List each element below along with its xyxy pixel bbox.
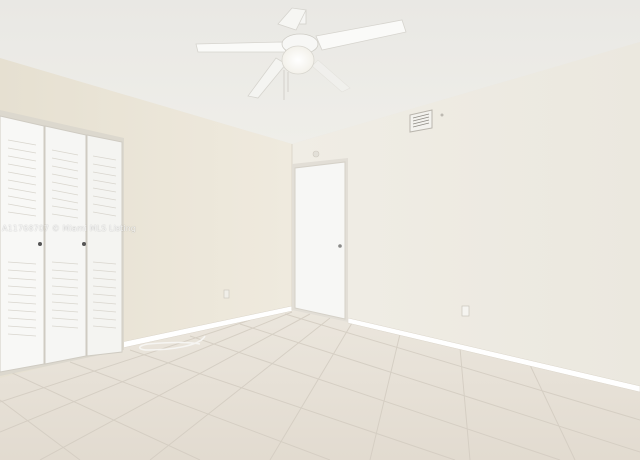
outlet-icon bbox=[223, 289, 230, 299]
outlet-icon bbox=[461, 305, 470, 317]
wall-fixture bbox=[312, 150, 320, 158]
closet-door-panels[interactable] bbox=[0, 115, 123, 373]
back-door[interactable] bbox=[292, 158, 348, 322]
room-photo: A11768707 © Miami MLS Listing bbox=[0, 0, 640, 460]
door-knob-icon[interactable] bbox=[38, 242, 42, 246]
door-knob-icon[interactable] bbox=[82, 242, 86, 246]
closet bbox=[0, 110, 124, 376]
listing-watermark: A11768707 © Miami MLS Listing bbox=[2, 224, 137, 233]
door-knob-icon[interactable] bbox=[338, 244, 342, 248]
